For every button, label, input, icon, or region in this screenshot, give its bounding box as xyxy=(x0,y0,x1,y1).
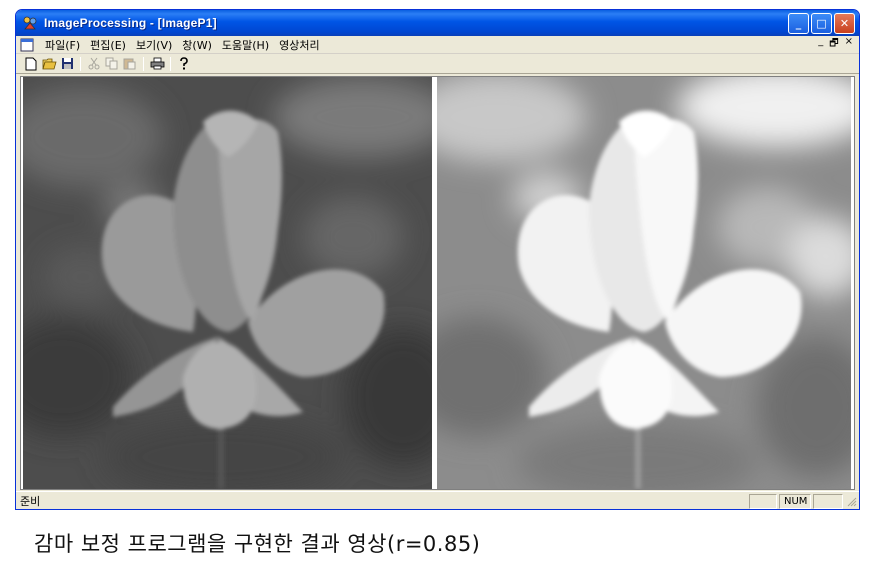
copy-button[interactable] xyxy=(103,56,121,72)
save-icon xyxy=(61,58,73,69)
toolbar-separator xyxy=(170,56,171,71)
status-bar: 준비 NUM xyxy=(16,491,859,509)
figure-caption: 감마 보정 프로그램을 구현한 결과 영상(r=0.85) xyxy=(34,532,481,556)
gamma-corrected-image xyxy=(437,77,851,489)
minimize-button[interactable]: _ xyxy=(788,12,809,34)
save-button[interactable] xyxy=(58,56,76,72)
cut-button[interactable] xyxy=(85,56,103,72)
status-pane-scrl xyxy=(813,493,843,509)
menu-edit[interactable]: 편집(E) xyxy=(85,37,131,53)
menu-bar: 파일(F) 편집(E) 보기(V) 창(W) 도움말(H) 영상처리 _ 🗗 × xyxy=(16,36,859,54)
window-title: ImageProcessing - [ImageP1] xyxy=(44,16,217,30)
status-pane-empty xyxy=(749,493,777,509)
menu-window[interactable]: 창(W) xyxy=(177,37,217,53)
toolbar xyxy=(16,54,859,74)
open-button[interactable] xyxy=(40,56,58,72)
menu-help[interactable]: 도움말(H) xyxy=(217,37,274,53)
app-window: ImageProcessing - [ImageP1] _ □ ✕ 파일(F) … xyxy=(15,9,860,510)
close-icon: ✕ xyxy=(839,16,850,30)
paste-button[interactable] xyxy=(121,56,139,72)
close-button[interactable]: ✕ xyxy=(834,12,855,34)
print-icon xyxy=(150,57,164,70)
paste-icon xyxy=(123,58,136,70)
mdi-minimize-button[interactable]: _ xyxy=(818,36,823,53)
help-icon xyxy=(180,56,188,69)
original-image xyxy=(23,77,432,489)
mdi-client-area xyxy=(20,76,855,490)
app-icon[interactable] xyxy=(22,15,38,31)
print-button[interactable] xyxy=(148,56,166,72)
minimize-icon: _ xyxy=(795,16,802,30)
new-button[interactable] xyxy=(22,56,40,72)
new-icon xyxy=(25,57,37,70)
status-num: NUM xyxy=(779,493,811,509)
menu-view[interactable]: 보기(V) xyxy=(131,37,177,53)
toolbar-separator xyxy=(143,56,144,71)
toolbar-separator xyxy=(80,56,81,71)
copy-icon xyxy=(105,57,118,70)
resize-grip-icon[interactable] xyxy=(845,495,857,507)
maximize-button[interactable]: □ xyxy=(811,12,832,34)
menu-image-processing[interactable]: 영상처리 xyxy=(274,37,324,53)
help-button[interactable] xyxy=(175,56,193,72)
status-text: 준비 xyxy=(20,495,41,508)
menu-file[interactable]: 파일(F) xyxy=(40,37,85,53)
open-icon xyxy=(41,58,57,70)
cut-icon xyxy=(88,57,100,70)
mdi-document-icon[interactable] xyxy=(20,38,34,52)
title-bar[interactable]: ImageProcessing - [ImageP1] _ □ ✕ xyxy=(16,10,859,36)
maximize-icon: □ xyxy=(816,16,827,30)
mdi-restore-button[interactable]: 🗗 xyxy=(829,36,838,53)
mdi-close-button[interactable]: × xyxy=(845,36,853,53)
